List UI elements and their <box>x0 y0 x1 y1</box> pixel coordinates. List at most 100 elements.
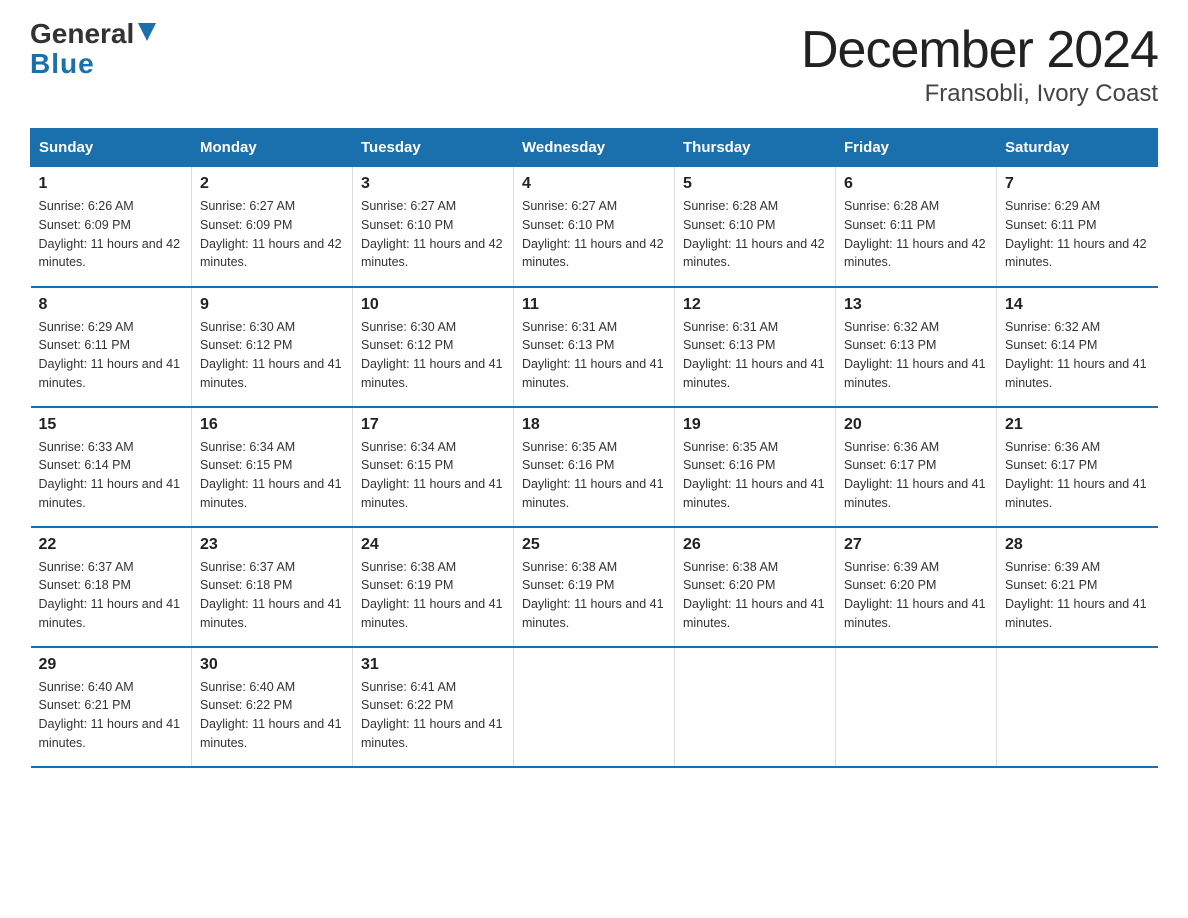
day-number: 13 <box>844 296 988 314</box>
page-header: General Blue December 2024 Fransobli, Iv… <box>30 20 1158 108</box>
calendar-cell: 18Sunrise: 6:35 AMSunset: 6:16 PMDayligh… <box>514 407 675 527</box>
day-number: 7 <box>1005 175 1150 193</box>
calendar-week-row: 1Sunrise: 6:26 AMSunset: 6:09 PMDaylight… <box>31 167 1158 287</box>
calendar-cell: 23 Sunrise: 6:37 AMSunset: 6:18 PMDayligh… <box>192 527 353 647</box>
day-number: 14 <box>1005 296 1150 314</box>
calendar-cell: 1Sunrise: 6:26 AMSunset: 6:09 PMDaylight… <box>31 167 192 287</box>
day-number: 4 <box>522 175 666 193</box>
day-info: Sunrise: 6:27 AMSunset: 6:10 PMDaylight:… <box>361 197 505 272</box>
day-number: 10 <box>361 296 505 314</box>
calendar-cell <box>997 647 1158 767</box>
calendar-title: December 2024 <box>801 20 1158 80</box>
calendar-cell <box>836 647 997 767</box>
day-info: Sunrise: 6:39 AMSunset: 6:21 PMDaylight:… <box>1005 558 1150 633</box>
calendar-week-row: 15Sunrise: 6:33 AMSunset: 6:14 PMDayligh… <box>31 407 1158 527</box>
day-info: Sunrise: 6:29 AMSunset: 6:11 PMDaylight:… <box>1005 197 1150 272</box>
day-number: 30 <box>200 656 344 674</box>
calendar-cell <box>514 647 675 767</box>
day-number: 27 <box>844 536 988 554</box>
calendar-cell: 13 Sunrise: 6:32 AMSunset: 6:13 PMDayligh… <box>836 287 997 407</box>
calendar-cell: 31 Sunrise: 6:41 AMSunset: 6:22 PMDayligh… <box>353 647 514 767</box>
calendar-cell: 8Sunrise: 6:29 AMSunset: 6:11 PMDaylight… <box>31 287 192 407</box>
calendar-cell: 22Sunrise: 6:37 AMSunset: 6:18 PMDayligh… <box>31 527 192 647</box>
day-info: Sunrise: 6:35 AMSunset: 6:16 PMDaylight:… <box>522 438 666 513</box>
header-saturday: Saturday <box>997 129 1158 167</box>
day-number: 20 <box>844 416 988 434</box>
calendar-cell: 11 Sunrise: 6:31 AMSunset: 6:13 PMDayligh… <box>514 287 675 407</box>
header-sunday: Sunday <box>31 129 192 167</box>
day-info: Sunrise: 6:38 AMSunset: 6:19 PMDaylight:… <box>361 558 505 633</box>
day-number: 23 <box>200 536 344 554</box>
calendar-cell: 5 Sunrise: 6:28 AMSunset: 6:10 PMDaylight… <box>675 167 836 287</box>
day-number: 8 <box>39 296 184 314</box>
calendar-cell <box>675 647 836 767</box>
calendar-cell: 21Sunrise: 6:36 AMSunset: 6:17 PMDayligh… <box>997 407 1158 527</box>
calendar-cell: 12 Sunrise: 6:31 AMSunset: 6:13 PMDayligh… <box>675 287 836 407</box>
day-info: Sunrise: 6:38 AMSunset: 6:20 PMDaylight:… <box>683 558 827 633</box>
day-info: Sunrise: 6:26 AMSunset: 6:09 PMDaylight:… <box>39 197 184 272</box>
day-info: Sunrise: 6:31 AMSunset: 6:13 PMDaylight:… <box>522 318 666 393</box>
day-number: 5 <box>683 175 827 193</box>
day-info: Sunrise: 6:37 AMSunset: 6:18 PMDaylight:… <box>200 558 344 633</box>
calendar-cell: 25Sunrise: 6:38 AMSunset: 6:19 PMDayligh… <box>514 527 675 647</box>
day-info: Sunrise: 6:28 AMSunset: 6:11 PMDaylight:… <box>844 197 988 272</box>
logo-text-general: General <box>30 20 134 48</box>
day-info: Sunrise: 6:40 AMSunset: 6:22 PMDaylight:… <box>200 678 344 753</box>
calendar-subtitle: Fransobli, Ivory Coast <box>801 80 1158 108</box>
day-number: 25 <box>522 536 666 554</box>
calendar-table: SundayMondayTuesdayWednesdayThursdayFrid… <box>30 128 1158 768</box>
header-tuesday: Tuesday <box>353 129 514 167</box>
day-number: 16 <box>200 416 344 434</box>
day-info: Sunrise: 6:28 AMSunset: 6:10 PMDaylight:… <box>683 197 827 272</box>
day-info: Sunrise: 6:36 AMSunset: 6:17 PMDaylight:… <box>844 438 988 513</box>
calendar-cell: 29 Sunrise: 6:40 AMSunset: 6:21 PMDayligh… <box>31 647 192 767</box>
calendar-cell: 15Sunrise: 6:33 AMSunset: 6:14 PMDayligh… <box>31 407 192 527</box>
day-number: 24 <box>361 536 505 554</box>
day-number: 15 <box>39 416 184 434</box>
calendar-cell: 6 Sunrise: 6:28 AMSunset: 6:11 PMDaylight… <box>836 167 997 287</box>
day-info: Sunrise: 6:27 AMSunset: 6:09 PMDaylight:… <box>200 197 344 272</box>
calendar-cell: 27 Sunrise: 6:39 AMSunset: 6:20 PMDayligh… <box>836 527 997 647</box>
calendar-header-row: SundayMondayTuesdayWednesdayThursdayFrid… <box>31 129 1158 167</box>
logo-arrow-icon <box>136 21 158 43</box>
logo-text-blue: Blue <box>30 48 95 80</box>
calendar-cell: 30 Sunrise: 6:40 AMSunset: 6:22 PMDayligh… <box>192 647 353 767</box>
calendar-cell: 9Sunrise: 6:30 AMSunset: 6:12 PMDaylight… <box>192 287 353 407</box>
calendar-cell: 2Sunrise: 6:27 AMSunset: 6:09 PMDaylight… <box>192 167 353 287</box>
calendar-cell: 26Sunrise: 6:38 AMSunset: 6:20 PMDayligh… <box>675 527 836 647</box>
calendar-title-block: December 2024 Fransobli, Ivory Coast <box>801 20 1158 108</box>
calendar-cell: 3 Sunrise: 6:27 AMSunset: 6:10 PMDaylight… <box>353 167 514 287</box>
calendar-cell: 4Sunrise: 6:27 AMSunset: 6:10 PMDaylight… <box>514 167 675 287</box>
day-info: Sunrise: 6:32 AMSunset: 6:14 PMDaylight:… <box>1005 318 1150 393</box>
day-info: Sunrise: 6:41 AMSunset: 6:22 PMDaylight:… <box>361 678 505 753</box>
calendar-week-row: 8Sunrise: 6:29 AMSunset: 6:11 PMDaylight… <box>31 287 1158 407</box>
calendar-cell: 28Sunrise: 6:39 AMSunset: 6:21 PMDayligh… <box>997 527 1158 647</box>
day-info: Sunrise: 6:32 AMSunset: 6:13 PMDaylight:… <box>844 318 988 393</box>
header-monday: Monday <box>192 129 353 167</box>
day-info: Sunrise: 6:30 AMSunset: 6:12 PMDaylight:… <box>200 318 344 393</box>
calendar-cell: 16 Sunrise: 6:34 AMSunset: 6:15 PMDayligh… <box>192 407 353 527</box>
day-info: Sunrise: 6:30 AMSunset: 6:12 PMDaylight:… <box>361 318 505 393</box>
calendar-cell: 17 Sunrise: 6:34 AMSunset: 6:15 PMDayligh… <box>353 407 514 527</box>
day-info: Sunrise: 6:31 AMSunset: 6:13 PMDaylight:… <box>683 318 827 393</box>
calendar-week-row: 29 Sunrise: 6:40 AMSunset: 6:21 PMDayligh… <box>31 647 1158 767</box>
header-friday: Friday <box>836 129 997 167</box>
calendar-cell: 24 Sunrise: 6:38 AMSunset: 6:19 PMDayligh… <box>353 527 514 647</box>
day-number: 17 <box>361 416 505 434</box>
day-number: 11 <box>522 296 666 314</box>
day-number: 6 <box>844 175 988 193</box>
calendar-cell: 7 Sunrise: 6:29 AMSunset: 6:11 PMDaylight… <box>997 167 1158 287</box>
day-number: 29 <box>39 656 184 674</box>
calendar-cell: 14 Sunrise: 6:32 AMSunset: 6:14 PMDayligh… <box>997 287 1158 407</box>
day-number: 12 <box>683 296 827 314</box>
day-info: Sunrise: 6:34 AMSunset: 6:15 PMDaylight:… <box>361 438 505 513</box>
day-number: 31 <box>361 656 505 674</box>
day-info: Sunrise: 6:35 AMSunset: 6:16 PMDaylight:… <box>683 438 827 513</box>
day-info: Sunrise: 6:40 AMSunset: 6:21 PMDaylight:… <box>39 678 184 753</box>
day-number: 21 <box>1005 416 1150 434</box>
day-number: 19 <box>683 416 827 434</box>
header-thursday: Thursday <box>675 129 836 167</box>
day-info: Sunrise: 6:39 AMSunset: 6:20 PMDaylight:… <box>844 558 988 633</box>
day-number: 3 <box>361 175 505 193</box>
day-info: Sunrise: 6:34 AMSunset: 6:15 PMDaylight:… <box>200 438 344 513</box>
